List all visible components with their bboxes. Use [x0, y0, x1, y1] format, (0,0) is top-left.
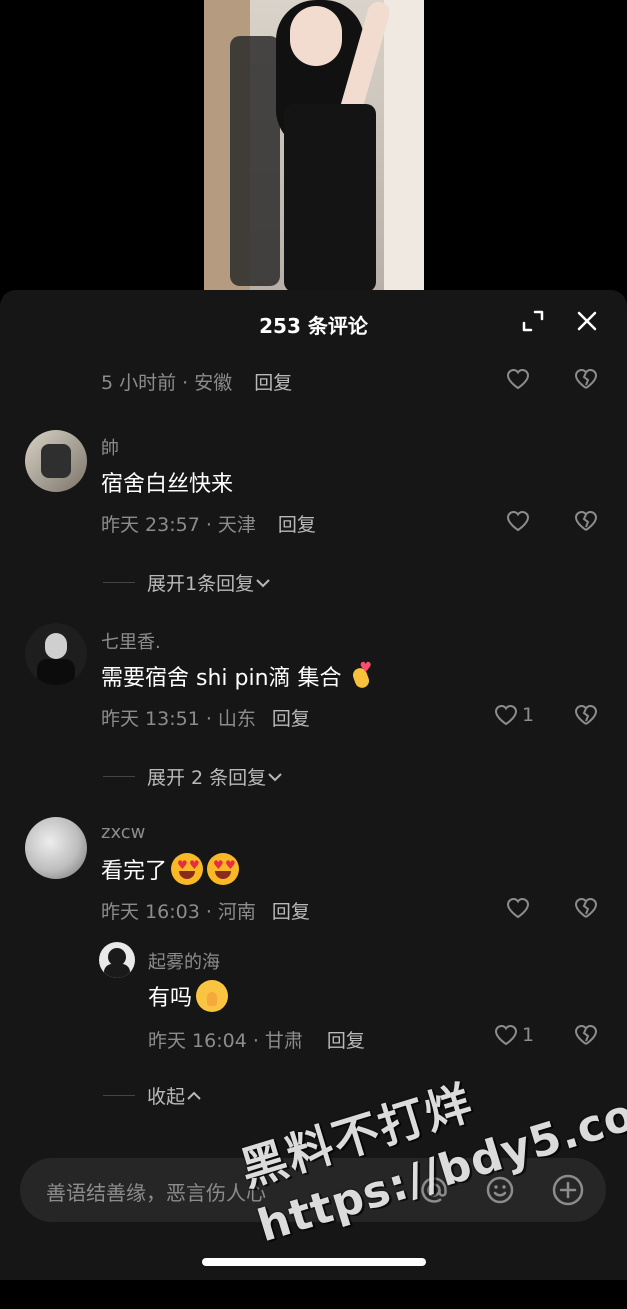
video-wall [384, 0, 424, 292]
reply-username[interactable]: 起雾的海 [148, 948, 220, 974]
broken-heart-icon [574, 897, 598, 918]
heart-eyes-emoji-icon [207, 853, 240, 885]
comment-meta: 昨天 23:57 · 天津 回复 [101, 510, 316, 537]
dislike-button[interactable] [574, 510, 598, 532]
comment-text: 看完了 [101, 853, 240, 885]
fullscreen-icon [522, 310, 544, 332]
broken-heart-icon [574, 704, 598, 725]
heart-eyes-emoji-icon [171, 853, 204, 885]
comment-text: 需要宿舍 shi pin滴 集合 ♥ [101, 660, 378, 692]
like-count: 1 [522, 1024, 535, 1046]
reply-time: 昨天 16:04 · 甘肃 [148, 1030, 303, 1052]
comment-time: 昨天 16:03 · 河南 [101, 901, 256, 923]
comment-text: 宿舍白丝快来 [101, 472, 234, 497]
expand-replies-button[interactable]: 展开 2 条回复 [103, 763, 284, 790]
dislike-button[interactable] [574, 897, 598, 919]
comment-input-placeholder[interactable]: 善语结善缘，恶言伤人心 [46, 1177, 266, 1206]
expand-replies-label: 展开1条回复 [147, 573, 255, 595]
expand-sheet-button[interactable] [518, 306, 548, 336]
chevron-up-icon [187, 1091, 201, 1100]
divider [103, 1095, 135, 1096]
add-button[interactable] [550, 1172, 586, 1208]
mention-button[interactable] [416, 1172, 452, 1208]
reply-button[interactable]: 回复 [272, 897, 310, 924]
dislike-button[interactable] [574, 1024, 598, 1046]
comment-input-bar[interactable]: 善语结善缘，恶言伤人心 [20, 1158, 606, 1222]
heart-icon [506, 510, 530, 532]
comment-meta: 昨天 16:03 · 河南 回复 [101, 897, 310, 924]
comment-text-content: 需要宿舍 shi pin滴 集合 [101, 666, 342, 691]
chevron-down-icon [256, 578, 270, 587]
avatar[interactable] [25, 430, 87, 492]
avatar[interactable] [25, 817, 87, 879]
avatar[interactable] [99, 942, 135, 978]
at-icon [421, 1177, 447, 1203]
reply-button[interactable]: 回复 [272, 704, 310, 731]
comment-username[interactable]: 帥 [101, 434, 119, 460]
divider [103, 582, 135, 583]
heart-icon [494, 704, 518, 726]
comment-text-content: 看完了 [101, 859, 168, 884]
emoji-button[interactable] [482, 1172, 518, 1208]
dislike-button[interactable] [574, 704, 598, 726]
video-preview[interactable] [204, 0, 424, 292]
comment-meta: 昨天 13:51 · 山东 回复 [101, 704, 310, 731]
reply-meta: 昨天 16:04 · 甘肃 回复 [148, 1026, 365, 1053]
plus-circle-icon [552, 1174, 584, 1206]
expand-replies-label: 展开 2 条回复 [147, 767, 267, 789]
broken-heart-icon [574, 368, 598, 389]
reply-text-content: 有吗 [148, 986, 193, 1011]
comment-time: 5 小时前 · 安徽 [101, 372, 233, 394]
home-indicator [202, 1258, 426, 1266]
pleading-emoji-icon [196, 980, 229, 1012]
broken-heart-icon [574, 1024, 598, 1045]
comment-meta: 5 小时前 · 安徽 回复 [101, 368, 292, 395]
video-person-face [290, 6, 342, 66]
reply-button[interactable]: 回复 [278, 510, 316, 537]
close-sheet-button[interactable] [572, 306, 602, 336]
dislike-button[interactable] [574, 368, 598, 390]
like-button[interactable] [506, 368, 530, 390]
video-person-dress [284, 104, 376, 292]
expand-replies-button[interactable]: 展开1条回复 [103, 569, 272, 596]
collapse-replies-button[interactable]: 收起 [103, 1082, 203, 1109]
comment-username[interactable]: zxcw [101, 822, 145, 843]
like-button[interactable]: 1 [494, 1024, 534, 1046]
comment-username[interactable]: 七里香. [101, 628, 161, 654]
video-mirror-reflection [230, 36, 280, 286]
like-button[interactable] [506, 510, 530, 532]
like-count: 1 [522, 704, 535, 726]
finger-heart-emoji-icon: ♥ [346, 660, 378, 692]
like-button[interactable] [506, 897, 530, 919]
heart-icon [506, 368, 530, 390]
heart-icon [506, 897, 530, 919]
broken-heart-icon [574, 510, 598, 531]
comments-sheet: 253 条评论 5 小时前 · 安徽 回复 帥 宿舍白丝快来 昨天 23:57 … [0, 290, 627, 1280]
comment-time: 昨天 13:51 · 山东 [101, 708, 256, 730]
reply-text: 有吗 [148, 980, 229, 1012]
comment-time: 昨天 23:57 · 天津 [101, 514, 256, 536]
reply-button[interactable]: 回复 [254, 368, 292, 395]
collapse-replies-label: 收起 [147, 1086, 186, 1108]
avatar[interactable] [25, 623, 87, 685]
heart-icon [494, 1024, 518, 1046]
smile-icon [486, 1176, 514, 1204]
divider [103, 776, 135, 777]
like-button[interactable]: 1 [494, 704, 534, 726]
reply-button[interactable]: 回复 [327, 1026, 365, 1053]
close-icon [577, 311, 597, 331]
chevron-down-icon [268, 772, 282, 781]
